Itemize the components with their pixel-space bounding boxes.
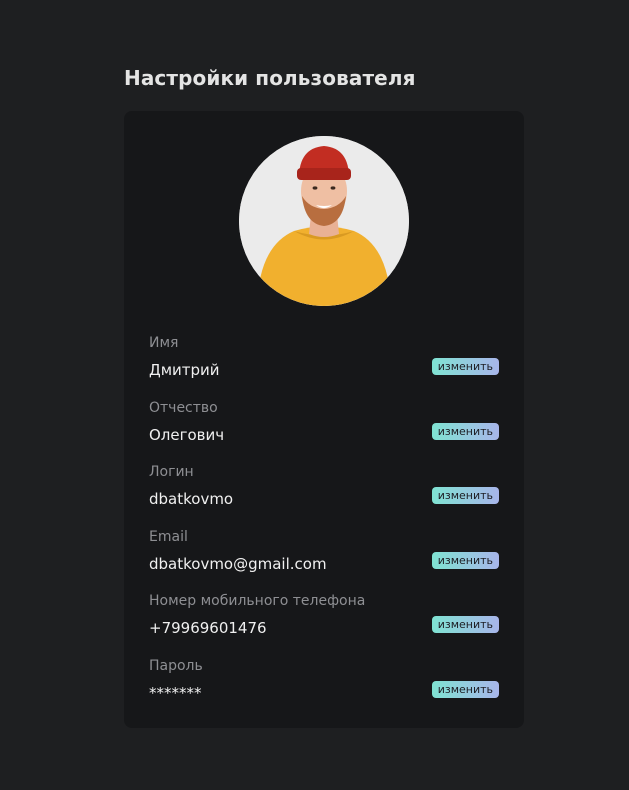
edit-password-button[interactable]: изменить [431,681,499,698]
field-value: ******* [149,684,202,702]
edit-name-button[interactable]: изменить [431,358,499,375]
field-phone: Номер мобильного телефона +79969601476 и… [149,592,499,637]
field-value: +79969601476 [149,619,267,637]
field-label: Имя [149,335,179,351]
avatar-photo [239,136,409,306]
field-login: Логин dbatkovmo изменить [149,463,499,508]
page-title: Настройки пользователя [124,66,416,90]
field-label: Пароль [149,658,203,674]
edit-login-button[interactable]: изменить [431,487,499,504]
field-label: Отчество [149,400,218,416]
avatar[interactable] [239,136,409,306]
field-name: Имя Дмитрий изменить [149,334,499,379]
field-value: dbatkovmo@gmail.com [149,555,327,573]
field-value: Дмитрий [149,361,220,379]
edit-phone-button[interactable]: изменить [431,616,499,633]
field-label: Логин [149,464,194,480]
field-value: dbatkovmo [149,490,234,508]
field-patronymic: Отчество Олегович изменить [149,399,499,444]
field-password: Пароль ******* изменить [149,657,499,702]
field-value: Олегович [149,426,225,444]
field-label: Номер мобильного телефона [149,593,366,609]
edit-patronymic-button[interactable]: изменить [431,423,499,440]
edit-email-button[interactable]: изменить [431,552,499,569]
field-email: Email dbatkovmo@gmail.com изменить [149,528,499,573]
user-settings-card: Имя Дмитрий изменить Отчество Олегович и… [124,111,524,728]
field-label: Email [149,529,188,545]
